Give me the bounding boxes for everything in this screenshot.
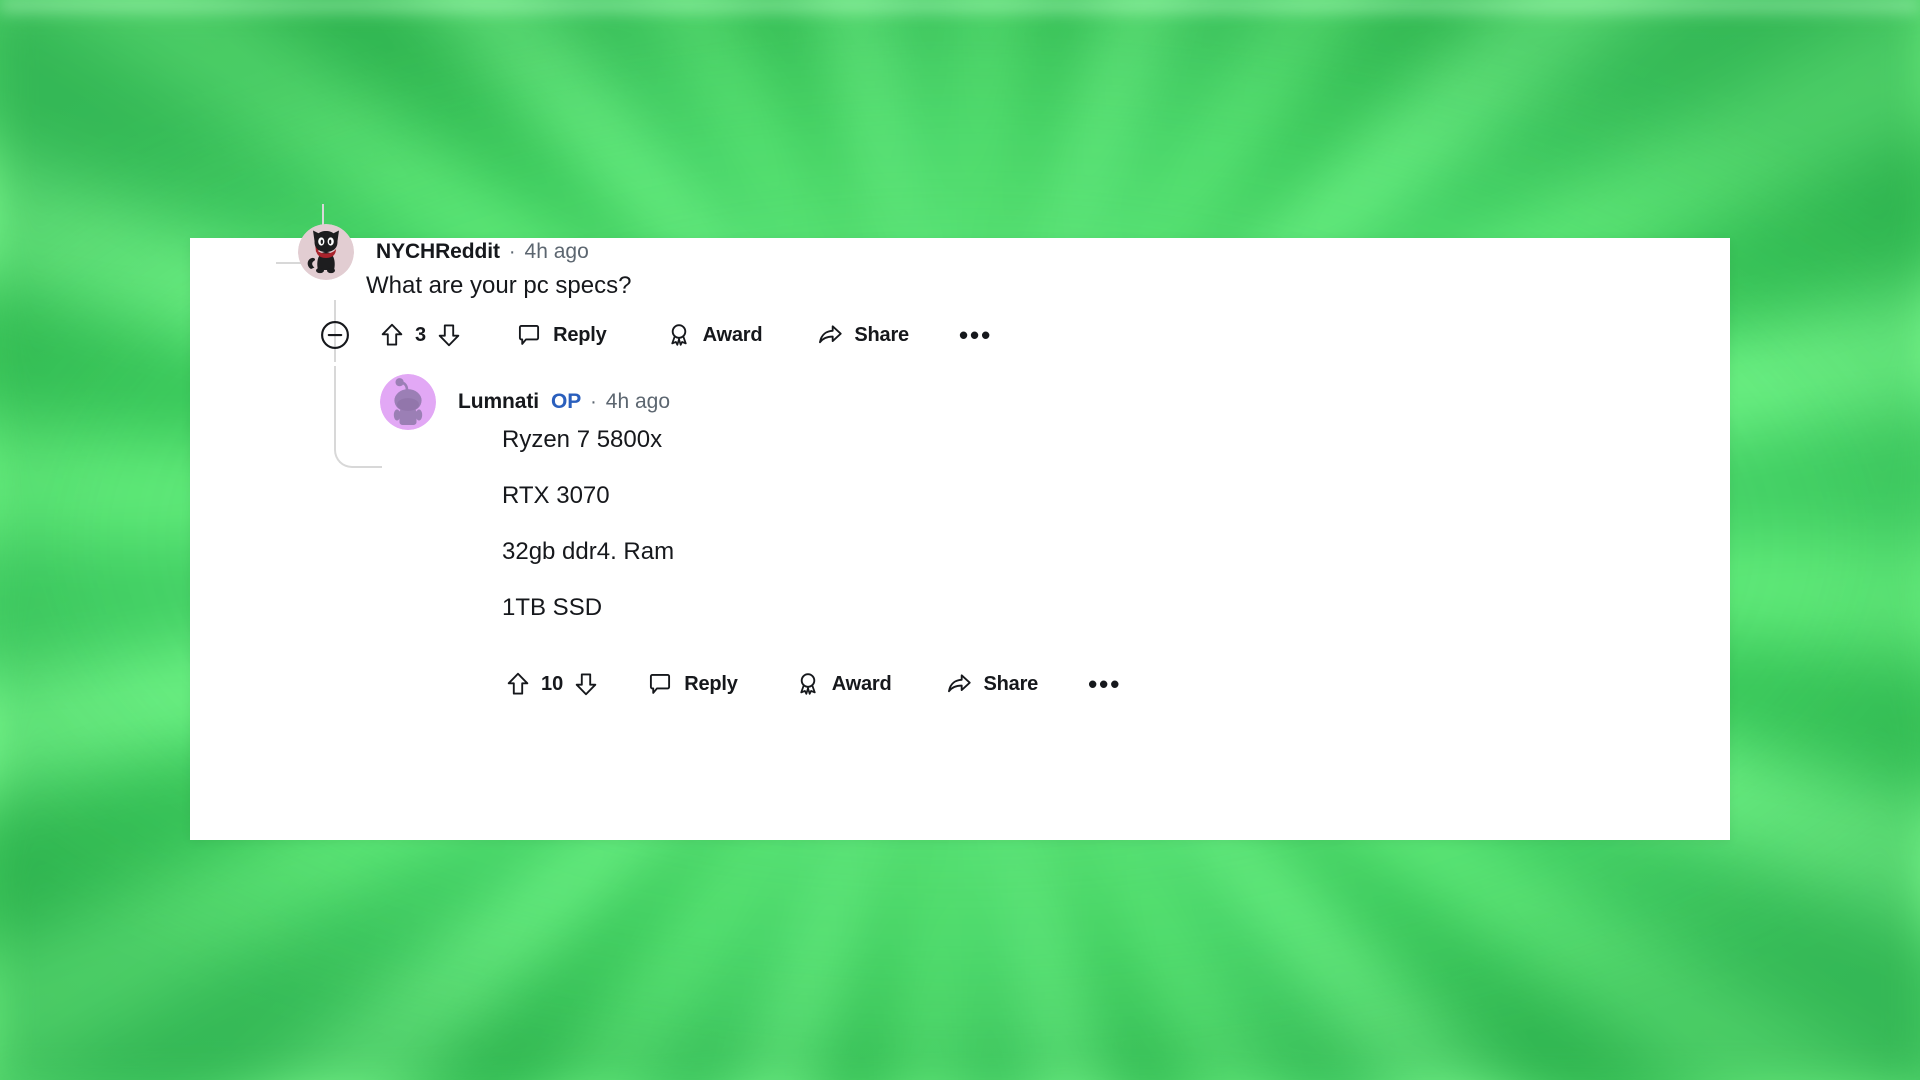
- comment-timestamp: 4h ago: [524, 240, 589, 263]
- comment-card: NYCHReddit · 4h ago What are your pc spe…: [190, 204, 1730, 840]
- more-options-button[interactable]: •••: [1088, 671, 1121, 697]
- comment-action-bar: 10 Reply Award Share •••: [504, 670, 1121, 698]
- upvote-arrow-icon: [381, 323, 403, 346]
- award-medal-icon: [670, 324, 687, 346]
- avatar[interactable]: [298, 224, 354, 280]
- header-separator: ·: [508, 240, 516, 263]
- comment-paragraph: 1TB SSD: [502, 594, 603, 621]
- header-separator: ·: [590, 390, 597, 413]
- minus-circle-icon: [321, 321, 349, 349]
- award-label: Award: [831, 672, 892, 695]
- share-button[interactable]: Share: [816, 321, 909, 349]
- reddit-snoo-avatar-icon: [380, 374, 436, 430]
- reply-label: Reply: [684, 672, 738, 695]
- collapse-thread-button[interactable]: [318, 318, 352, 352]
- share-label: Share: [983, 672, 1039, 695]
- downvote-button[interactable]: [572, 670, 600, 698]
- award-button[interactable]: Award: [665, 321, 763, 349]
- background-top-highlight: [0, 0, 1920, 16]
- thread-connector-child: [334, 406, 382, 468]
- share-button[interactable]: Share: [945, 670, 1038, 698]
- award-button[interactable]: Award: [794, 670, 892, 698]
- op-badge: OP: [550, 390, 582, 413]
- comment-paragraph: RTX 3070: [502, 482, 610, 509]
- downvote-arrow-icon: [575, 673, 597, 696]
- avatar[interactable]: [380, 374, 436, 430]
- upvote-button[interactable]: [378, 321, 406, 349]
- comment-bubble-icon: [650, 673, 671, 694]
- share-arrow-icon: [819, 325, 843, 344]
- comment-body: Ryzen 7 5800x RTX 3070 32gb ddr4. Ram 1T…: [502, 428, 1602, 620]
- downvote-button[interactable]: [435, 321, 463, 349]
- vote-count: 3: [415, 323, 427, 346]
- comment-paragraph: What are your pc specs?: [366, 272, 632, 299]
- award-medal-icon: [800, 673, 816, 695]
- reply-label: Reply: [553, 323, 607, 346]
- comment-paragraph: Ryzen 7 5800x: [502, 426, 663, 453]
- reply-button[interactable]: Reply: [515, 321, 607, 349]
- share-label: Share: [854, 323, 909, 346]
- upvote-button[interactable]: [504, 670, 532, 698]
- award-label: Award: [702, 323, 763, 346]
- comment-author[interactable]: NYCHReddit: [376, 240, 500, 264]
- comment-paragraph: 32gb ddr4. Ram: [502, 538, 675, 565]
- upvote-arrow-icon: [507, 672, 529, 695]
- comment-author[interactable]: Lumnati: [458, 390, 539, 414]
- comment-header: Lumnati OP · 4h ago: [380, 374, 670, 430]
- comment-action-bar: 3 Reply Award Share •••: [318, 318, 992, 352]
- share-arrow-icon: [948, 674, 972, 693]
- vote-count: 10: [541, 672, 564, 695]
- reply-button[interactable]: Reply: [646, 670, 738, 698]
- downvote-arrow-icon: [438, 324, 460, 347]
- black-cat-avatar-icon: [298, 224, 354, 280]
- comment-timestamp: 4h ago: [605, 390, 671, 413]
- more-options-button[interactable]: •••: [959, 322, 992, 348]
- comment-body: What are your pc specs?: [366, 274, 1566, 298]
- comment-bubble-icon: [519, 324, 540, 345]
